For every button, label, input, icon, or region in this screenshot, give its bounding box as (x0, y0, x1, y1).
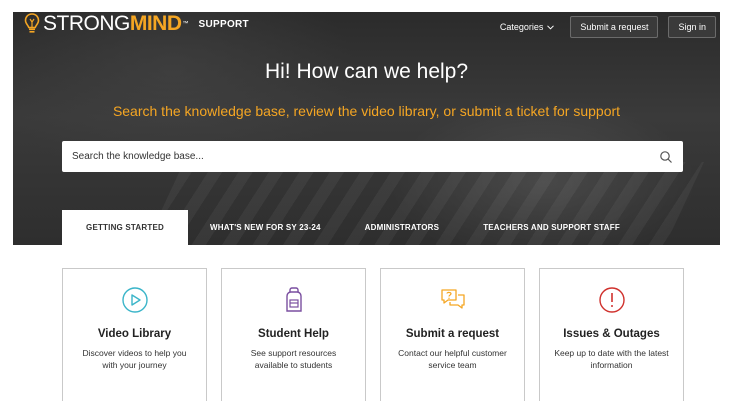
categories-label: Categories (499, 22, 544, 32)
logo-wordmark: STRONGMIND (43, 12, 182, 35)
card-title: Submit a request (405, 328, 500, 340)
search-input[interactable]: Search the knowledge base... (72, 151, 659, 162)
logo-support-label: SUPPORT (198, 18, 249, 30)
play-circle-icon (121, 287, 148, 313)
tab-getting-started[interactable]: GETTING STARTED (62, 210, 188, 245)
lightbulb-icon (24, 13, 40, 33)
card-description: Contact our helpful customer service tea… (398, 348, 507, 370)
card-student-help[interactable]: Student Help See support resources avail… (221, 268, 366, 401)
search-bar[interactable]: Search the knowledge base... (62, 141, 683, 172)
top-navigation: Categories Submit a request Sign in (500, 16, 716, 38)
tab-whats-new[interactable]: WHAT'S NEW FOR SY 23-24 (188, 210, 343, 245)
submit-request-button[interactable]: Submit a request (570, 16, 659, 38)
search-icon[interactable] (659, 150, 673, 164)
tab-teachers-support-staff[interactable]: TEACHERS AND SUPPORT STAFF (461, 210, 642, 245)
card-description: Discover videos to help you with your jo… (82, 348, 187, 370)
card-video-library[interactable]: Video Library Discover videos to help yo… (62, 268, 207, 401)
card-title: Video Library (97, 328, 172, 340)
card-description: Keep up to date with the latest informat… (554, 348, 669, 370)
hero-title: Hi! How can we help? (264, 60, 469, 83)
card-issues-outages[interactable]: Issues & Outages Keep up to date with th… (539, 268, 684, 401)
card-submit-request[interactable]: Submit a request Contact our helpful cus… (380, 268, 525, 401)
hero-subtitle: Search the knowledge base, review the vi… (112, 103, 621, 119)
strongmind-logo[interactable]: STRONGMIND ™ SUPPORT (24, 12, 249, 36)
chevron-down-icon (547, 24, 555, 30)
tab-administrators[interactable]: ADMINISTRATORS (343, 210, 462, 245)
card-description: See support resources available to stude… (250, 348, 337, 370)
categories-dropdown[interactable]: Categories (500, 22, 555, 32)
alert-circle-icon (598, 287, 625, 313)
logo-trademark: ™ (182, 21, 189, 27)
category-tabs: GETTING STARTED WHAT'S NEW FOR SY 23-24 … (62, 210, 642, 245)
chat-question-icon (440, 289, 465, 309)
quick-links: Video Library Discover videos to help yo… (62, 268, 684, 401)
card-title: Issues & Outages (563, 328, 660, 340)
backpack-icon (285, 287, 302, 312)
card-title: Student Help (258, 328, 329, 340)
sign-in-button[interactable]: Sign in (668, 16, 716, 38)
